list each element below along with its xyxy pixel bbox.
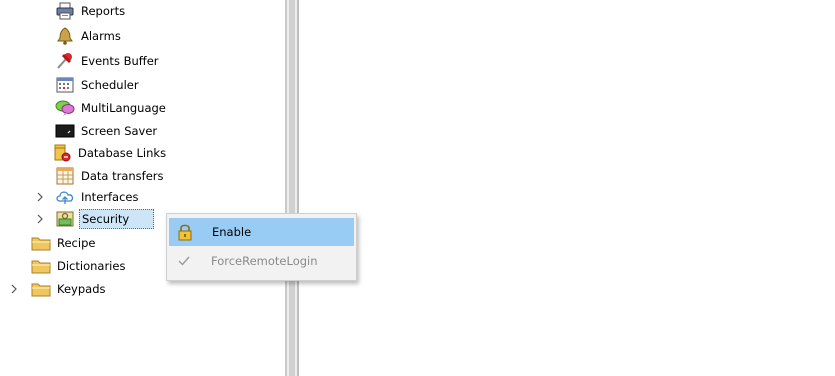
tree-item-label: Scheduler bbox=[81, 78, 139, 92]
tree-item-label: MultiLanguage bbox=[81, 101, 166, 115]
project-tree: Reports Alarms Events Buffer Scheduler M… bbox=[0, 0, 285, 376]
cloud-icon bbox=[55, 188, 75, 206]
menu-item-force-remote-login[interactable]: ForceRemoteLogin bbox=[169, 248, 354, 274]
monitor-icon bbox=[55, 122, 75, 140]
tree-item-label: Alarms bbox=[81, 29, 121, 43]
security-icon bbox=[55, 210, 75, 228]
checkmark-icon bbox=[169, 255, 199, 267]
menu-item-enable[interactable]: Enable bbox=[169, 218, 354, 246]
tree-item-label: Data transfers bbox=[81, 169, 164, 183]
tree-item-label: Reports bbox=[81, 4, 126, 18]
tree-item-interfaces[interactable]: Interfaces bbox=[55, 186, 138, 208]
tree-item-label: Database Links bbox=[78, 146, 167, 160]
tree-item-reports[interactable]: Reports bbox=[55, 0, 125, 22]
tree-item-events-buffer[interactable]: Events Buffer bbox=[55, 50, 159, 72]
tree-item-alarms[interactable]: Alarms bbox=[55, 25, 121, 47]
folder-icon bbox=[31, 234, 51, 252]
bell-icon bbox=[55, 27, 75, 45]
calendar-icon bbox=[55, 76, 75, 94]
lock-icon bbox=[170, 223, 200, 241]
folder-icon bbox=[31, 257, 51, 275]
tree-item-label: Recipe bbox=[57, 236, 96, 250]
expand-security-chevron-icon[interactable] bbox=[34, 212, 46, 226]
editor-pane bbox=[299, 0, 835, 376]
pane-splitter[interactable] bbox=[285, 0, 299, 376]
menu-item-label: ForceRemoteLogin bbox=[211, 254, 318, 268]
tree-item-label: Security bbox=[79, 209, 155, 229]
tree-item-label: Dictionaries bbox=[57, 259, 126, 273]
tree-item-scheduler[interactable]: Scheduler bbox=[55, 74, 139, 96]
context-menu: Enable ForceRemoteLogin bbox=[166, 213, 357, 281]
database-icon bbox=[52, 144, 72, 162]
expand-interfaces-chevron-icon[interactable] bbox=[34, 190, 46, 204]
tree-item-label: Keypads bbox=[57, 282, 106, 296]
printer-icon bbox=[55, 2, 75, 20]
folder-icon bbox=[31, 280, 51, 298]
tree-item-label: Screen Saver bbox=[81, 124, 158, 138]
tree-item-security[interactable]: Security bbox=[55, 208, 155, 230]
pushpin-icon bbox=[55, 52, 75, 70]
tree-item-data-transfers[interactable]: Data transfers bbox=[55, 165, 164, 187]
tree-item-multilanguage[interactable]: MultiLanguage bbox=[55, 97, 166, 119]
tree-item-keypads[interactable]: Keypads bbox=[31, 278, 106, 300]
table-icon bbox=[55, 167, 75, 185]
tree-item-label: Events Buffer bbox=[81, 54, 159, 68]
speech-bubble-icon bbox=[55, 99, 75, 117]
tree-item-screen-saver[interactable]: Screen Saver bbox=[55, 120, 157, 142]
tree-item-database-links[interactable]: Database Links bbox=[52, 142, 166, 164]
tree-item-dictionaries[interactable]: Dictionaries bbox=[31, 255, 125, 277]
expand-keypads-chevron-icon[interactable] bbox=[8, 282, 20, 296]
tree-item-recipe[interactable]: Recipe bbox=[31, 232, 95, 254]
tree-item-label: Interfaces bbox=[81, 190, 139, 204]
menu-item-label: Enable bbox=[212, 225, 252, 239]
